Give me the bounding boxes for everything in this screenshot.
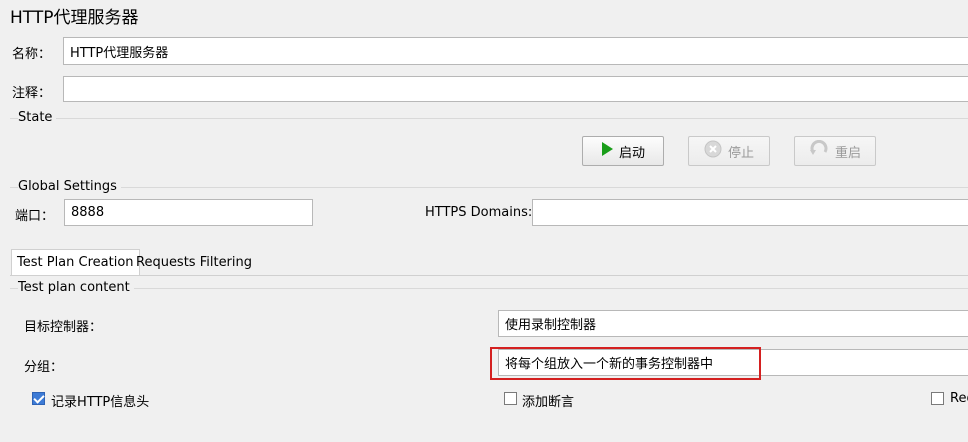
restart-button[interactable]: 重启	[794, 136, 876, 166]
https-domains-label: HTTPS Domains:	[425, 205, 533, 220]
port-label: 端口：	[15, 209, 55, 224]
regex-checkbox[interactable]	[931, 392, 944, 405]
target-controller-select[interactable]: 使用录制控制器	[498, 310, 968, 337]
name-field[interactable]: HTTP代理服务器	[63, 37, 968, 65]
page-title: HTTP代理服务器	[10, 8, 139, 28]
add-assertions-checkbox[interactable]	[504, 392, 517, 405]
regex-label: Reg	[950, 391, 968, 406]
tab-strip-border	[10, 275, 968, 276]
global-group-title: Global Settings	[18, 179, 121, 194]
stop-icon	[704, 140, 722, 162]
stop-button[interactable]: 停止	[688, 136, 770, 166]
target-controller-value: 使用录制控制器	[505, 318, 597, 333]
tab-requests-filtering[interactable]: Requests Filtering	[131, 249, 257, 275]
play-icon	[601, 142, 613, 160]
add-assertions-label: 添加断言	[522, 395, 575, 410]
record-headers-checkbox[interactable]	[32, 392, 45, 405]
highlight-box	[490, 347, 761, 380]
comment-field[interactable]	[63, 76, 968, 102]
stop-button-label: 停止	[727, 145, 754, 161]
content-group-title: Test plan content	[18, 280, 134, 295]
name-label: 名称：	[12, 47, 52, 62]
start-button[interactable]: 启动	[582, 136, 664, 166]
comment-label: 注释：	[12, 86, 52, 101]
state-group-title: State	[18, 110, 57, 125]
start-button-label: 启动	[618, 145, 645, 161]
name-value: HTTP代理服务器	[70, 45, 169, 61]
port-value: 8888	[71, 205, 105, 220]
restart-button-label: 重启	[834, 145, 861, 161]
target-controller-label: 目标控制器：	[24, 320, 103, 335]
https-domains-field[interactable]	[532, 199, 968, 226]
tab-test-plan-creation[interactable]: Test Plan Creation	[11, 249, 140, 275]
content-group-border	[10, 288, 968, 289]
record-headers-label: 记录HTTP信息头	[51, 395, 150, 410]
global-group-border	[10, 187, 968, 188]
grouping-label: 分组：	[24, 360, 64, 375]
port-field[interactable]: 8888	[64, 199, 313, 226]
state-group-border	[10, 118, 968, 119]
restart-icon	[809, 139, 829, 162]
